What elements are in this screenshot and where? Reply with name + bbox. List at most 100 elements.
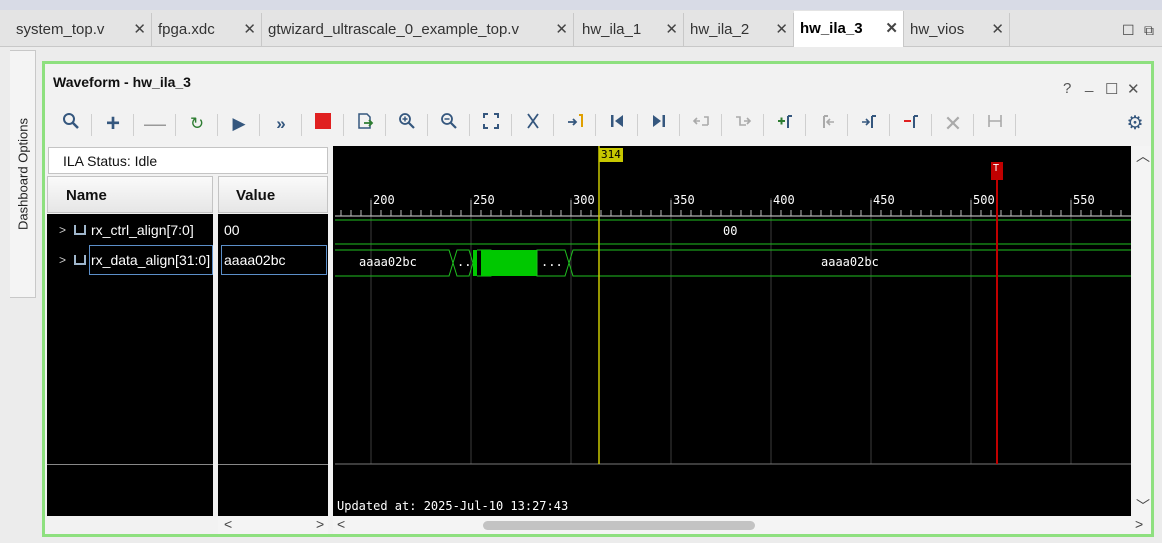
scroll-up-icon[interactable]: ︿ xyxy=(1136,146,1150,166)
tab-label: gtwizard_ultrascale_0_example_top.v xyxy=(268,21,519,38)
close-icon[interactable]: ✕ xyxy=(243,13,256,46)
tab-label: hw_ila_2 xyxy=(690,21,750,38)
delete-marker-icon[interactable] xyxy=(899,112,923,136)
dashboard-options-button[interactable]: Dashboard Options xyxy=(10,50,36,298)
cursor-icon[interactable] xyxy=(521,112,545,136)
data-bus-value: aaaa02bc xyxy=(359,255,417,269)
stop-icon[interactable] xyxy=(311,112,335,136)
swap-cursors-icon[interactable] xyxy=(983,112,1007,136)
waveform-graphics xyxy=(335,146,1131,465)
close-icon[interactable]: ✕ xyxy=(885,11,898,47)
waveform-vertical-scrollbar[interactable]: ︿ ﹀ xyxy=(1133,146,1151,516)
selected-name-highlight xyxy=(89,245,213,275)
close-icon[interactable]: ✕ xyxy=(991,13,1004,46)
float-icon[interactable]: ⧉ xyxy=(1144,22,1154,39)
selected-value-highlight xyxy=(221,245,327,275)
close-icon[interactable]: ✕ xyxy=(775,13,788,46)
name-column-header[interactable]: Name xyxy=(47,176,213,213)
ruler-label: 350 xyxy=(673,193,695,207)
tab-label: fpga.xdc xyxy=(158,21,215,38)
waveform-canvas[interactable]: 314 T 200 250 300 350 400 450 500 550 00… xyxy=(333,146,1131,516)
ruler-label: 550 xyxy=(1073,193,1095,207)
next-marker-icon[interactable] xyxy=(857,112,881,136)
scroll-right-icon[interactable]: > xyxy=(316,516,324,532)
run-icon[interactable]: ▶ xyxy=(227,112,251,136)
value-horizontal-scrollbar[interactable]: < > xyxy=(218,516,328,534)
minimize-icon[interactable]: _ xyxy=(1085,76,1093,93)
go-to-time-icon[interactable] xyxy=(563,112,587,136)
ruler-label: 200 xyxy=(373,193,395,207)
scroll-thumb[interactable] xyxy=(483,521,755,530)
data-bus-value: ... xyxy=(541,255,563,269)
zoom-out-icon[interactable] xyxy=(437,112,461,136)
signal-name-list: > rx_ctrl_align[7:0] > rx_data_align[31:… xyxy=(47,214,213,516)
value-column-header[interactable]: Value xyxy=(218,176,328,213)
waveform-panel: Waveform - hw_ila_3 ? _ ☐ ✕ + — ↻ ▶ » ✕ … xyxy=(42,61,1154,537)
data-bus-value: aaaa02bc xyxy=(821,255,879,269)
remove-icon[interactable]: — xyxy=(143,112,167,136)
data-bus-value: .. xyxy=(457,255,472,269)
tab-label: system_top.v xyxy=(16,21,105,38)
tab-label: hw_ila_3 xyxy=(800,20,863,37)
next-edge-icon[interactable] xyxy=(647,112,671,136)
ruler-label: 300 xyxy=(573,193,595,207)
scroll-right-icon[interactable]: > xyxy=(1135,516,1143,532)
zoom-in-icon[interactable] xyxy=(395,112,419,136)
trigger-marker-label[interactable]: T xyxy=(993,163,999,174)
delete-all-icon[interactable]: ✕ xyxy=(941,112,965,136)
ruler-label: 500 xyxy=(973,193,995,207)
signal-value-list: 00 aaaa02bc xyxy=(218,214,328,516)
add-marker-icon[interactable] xyxy=(773,112,797,136)
ctrl-bus-value: 00 xyxy=(723,224,738,238)
editor-tab-bar: system_top.v ✕ fpga.xdc ✕ gtwizard_ultra… xyxy=(0,0,1162,47)
previous-transition-icon[interactable] xyxy=(689,112,713,136)
tab-fpga-xdc[interactable]: fpga.xdc ✕ xyxy=(152,13,262,46)
tab-label: hw_ila_1 xyxy=(582,21,642,38)
close-icon[interactable]: ✕ xyxy=(133,13,146,46)
add-icon[interactable]: + xyxy=(101,112,125,136)
run-repeat-icon[interactable]: » xyxy=(269,112,293,136)
tab-hw-ila-3[interactable]: hw_ila_3 ✕ xyxy=(794,11,904,47)
export-icon[interactable] xyxy=(353,112,377,136)
signal-row-rx-ctrl-align[interactable]: > rx_ctrl_align[7:0] xyxy=(47,216,213,244)
close-icon[interactable]: ✕ xyxy=(1127,80,1140,98)
tab-hw-ila-2[interactable]: hw_ila_2 ✕ xyxy=(684,13,794,46)
value-row: 00 xyxy=(218,216,328,244)
waveform-toolbar: + — ↻ ▶ » ✕ ⚙ xyxy=(51,108,1149,142)
panel-title: Waveform - hw_ila_3 xyxy=(53,74,191,90)
divider xyxy=(218,464,328,465)
ruler-label: 400 xyxy=(773,193,795,207)
help-icon[interactable]: ? xyxy=(1063,80,1071,97)
cursor-marker-label[interactable]: 314 xyxy=(599,148,623,162)
expand-chevron-icon[interactable]: > xyxy=(59,216,66,244)
zoom-fit-icon[interactable] xyxy=(479,112,503,136)
scroll-down-icon[interactable]: ﹀ xyxy=(1136,496,1150,516)
close-icon[interactable]: ✕ xyxy=(665,13,678,46)
tab-label: hw_vios xyxy=(910,21,965,38)
waveform-horizontal-scrollbar[interactable]: < > xyxy=(333,516,1151,534)
ila-status: ILA Status: Idle xyxy=(48,147,328,174)
tab-hw-ila-1[interactable]: hw_ila_1 ✕ xyxy=(576,13,684,46)
run-trigger-immediate-icon[interactable]: ↻ xyxy=(185,112,209,136)
scroll-left-icon[interactable]: < xyxy=(337,516,345,532)
signal-name: rx_ctrl_align[7:0] xyxy=(91,222,194,238)
tab-hw-vios[interactable]: hw_vios ✕ xyxy=(904,13,1010,46)
scroll-left-icon[interactable]: < xyxy=(224,516,232,532)
updated-timestamp: Updated at: 2025-Jul-10 13:27:43 xyxy=(337,499,569,513)
expand-chevron-icon[interactable]: > xyxy=(59,246,66,274)
search-icon[interactable] xyxy=(59,112,83,136)
tab-gtwizard-example-top[interactable]: gtwizard_ultrascale_0_example_top.v ✕ xyxy=(262,13,574,46)
app-window: system_top.v ✕ fpga.xdc ✕ gtwizard_ultra… xyxy=(0,0,1162,543)
tab-system-top[interactable]: system_top.v ✕ xyxy=(10,13,152,46)
ruler-label: 450 xyxy=(873,193,895,207)
maximize-icon[interactable]: ☐ xyxy=(1105,80,1118,98)
close-icon[interactable]: ✕ xyxy=(555,13,568,46)
dashboard-options-label: Dashboard Options xyxy=(15,117,30,231)
restore-icon[interactable]: ☐ xyxy=(1122,22,1135,39)
divider xyxy=(47,464,213,465)
previous-edge-icon[interactable] xyxy=(605,112,629,136)
next-transition-icon[interactable] xyxy=(731,112,755,136)
previous-marker-icon[interactable] xyxy=(815,112,839,136)
settings-icon[interactable]: ⚙ xyxy=(1123,112,1147,136)
bus-icon xyxy=(74,225,86,235)
